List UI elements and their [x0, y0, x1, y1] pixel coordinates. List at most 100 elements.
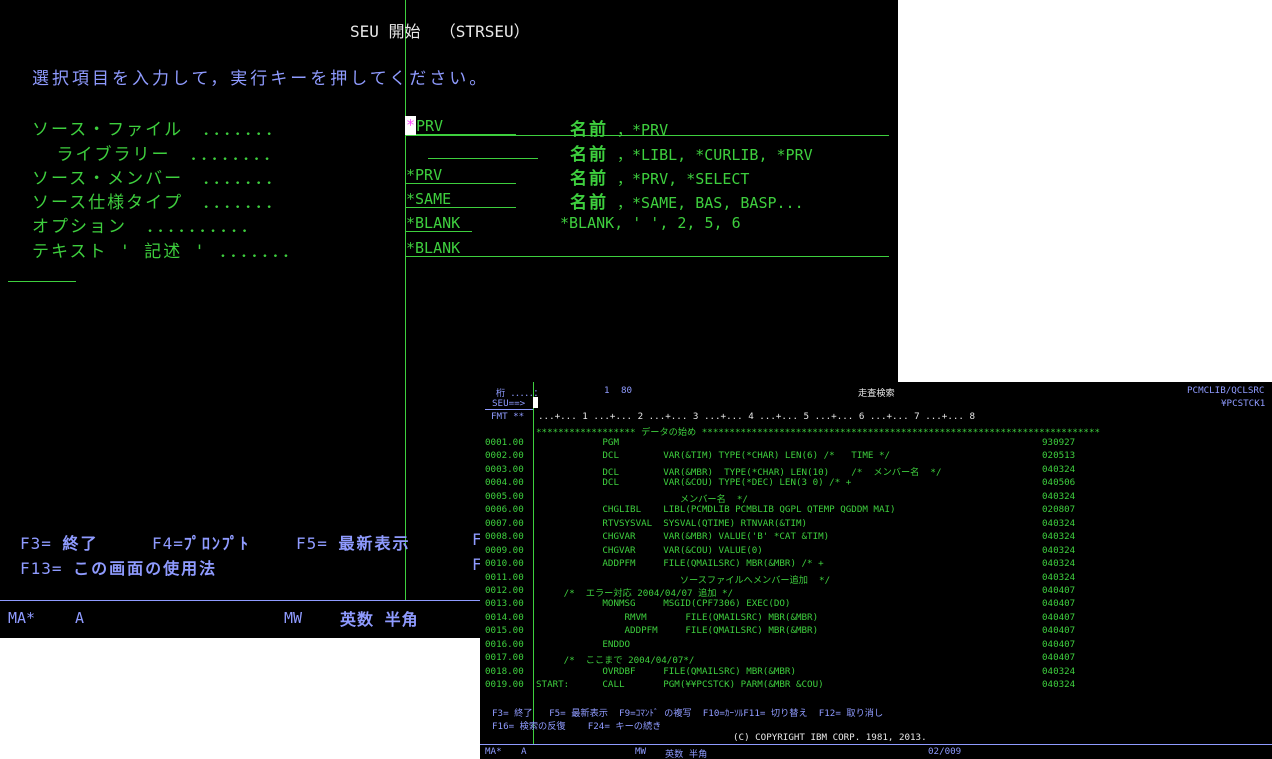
data-start-marker: ****************** データの始め **************…	[536, 427, 1101, 438]
change-date: 040324	[1042, 571, 1076, 583]
source-statement: /* エラー対応 2004/04/07 追加 */	[536, 587, 734, 599]
sequence-number: 0015.00	[485, 625, 524, 637]
change-date: 040324	[1042, 679, 1076, 691]
column-guide-line-2	[533, 382, 534, 744]
f4-key[interactable]: F4=ﾌﾟﾛﾝﾌﾟﾄ	[152, 530, 250, 554]
source-statement: CHGVAR VAR(&MBR) VALUE('B' *CAT &TIM)	[536, 531, 830, 543]
change-date: 040506	[1042, 477, 1076, 489]
sequence-number: 0019.00	[485, 679, 524, 691]
f3-key[interactable]: F3= 終了	[20, 530, 99, 554]
source-statement: /* ここまで 2004/04/07*/	[536, 655, 695, 667]
f3-key-code: F3=	[20, 534, 52, 553]
cursor-position: 02/009	[928, 746, 962, 757]
columns-to: 80	[621, 385, 633, 396]
library-underline	[428, 158, 538, 159]
cursor-char: *	[406, 116, 416, 134]
source-statement: DCL VAR(&COU) TYPE(*DEC) LEN(3 0) /* +	[536, 477, 852, 489]
desc-name-3: 名前	[570, 193, 608, 213]
source-statement: ADDPFM FILE(QMAILSRC) MBR(&MBR) /* +	[536, 558, 824, 570]
library-label: ライブラリー ．．．．．．．．	[32, 145, 282, 165]
command-underline	[485, 409, 533, 410]
member-name: ¥PCSTCK1	[1221, 398, 1266, 409]
source-statement: OVRDBF FILE(QMAILSRC) MBR(&MBR)	[536, 665, 796, 677]
change-date: 020807	[1042, 504, 1076, 516]
sequence-number: 0002.00	[485, 450, 524, 462]
status-mode: A	[75, 609, 85, 627]
status-ma: MA*	[8, 609, 36, 627]
source-file-name: PCMCLIB/QCLSRC	[1187, 385, 1265, 396]
command-cursor[interactable]	[533, 397, 538, 408]
sequence-number: 0018.00	[485, 665, 524, 677]
text-desc-input[interactable]: *BLANK	[406, 239, 460, 257]
source-file-desc: 名前 ，*PRV	[570, 120, 669, 140]
source-file-label: ソース・ファイル ．．．．．．．	[32, 120, 285, 140]
source-statement: メンバー名 */	[536, 493, 748, 505]
status-mw: MW	[284, 609, 303, 627]
sequence-number: 0005.00	[485, 490, 524, 502]
change-date: 040407	[1042, 598, 1076, 610]
source-statement: CHGLIBL LIBL(PCMDLIB PCMBLIB QGPL QTEMP …	[536, 504, 896, 516]
sequence-number: 0010.00	[485, 558, 524, 570]
source-statement: ソースファイルへメンバー追加 */	[536, 574, 831, 586]
command-prompt: SEU==>	[492, 398, 526, 409]
f5-key-label: 最新表示	[338, 534, 411, 553]
change-date: 040324	[1042, 490, 1076, 502]
source-member-input[interactable]: *PRV	[406, 166, 442, 184]
source-member-desc: 名前 ，*PRV, *SELECT	[570, 169, 750, 189]
text-desc-underline	[406, 256, 889, 257]
f13-key-label: この画面の使用法	[73, 559, 218, 578]
source-type-input[interactable]: *SAME	[406, 190, 451, 208]
change-date: 040324	[1042, 531, 1076, 543]
columns-from: 1	[604, 385, 610, 396]
column-guide-line	[405, 0, 406, 600]
change-date: 040324	[1042, 665, 1076, 677]
option-underline	[406, 231, 472, 232]
change-date: 040407	[1042, 638, 1076, 650]
change-date: 040407	[1042, 584, 1076, 596]
sequence-number: 0004.00	[485, 477, 524, 489]
change-date: 020513	[1042, 450, 1076, 462]
sequence-number: 0011.00	[485, 571, 524, 583]
source-statement: MONMSG MSGID(CPF7306) EXEC(DO)	[536, 598, 791, 610]
f5-key[interactable]: F5= 最新表示	[296, 530, 411, 554]
sequence-number: 0006.00	[485, 504, 524, 516]
source-type-underline	[406, 207, 516, 208]
change-date: 040407	[1042, 611, 1076, 623]
status-ime-2: 英数 半角	[665, 749, 708, 759]
status-ime: 英数 半角	[340, 610, 419, 629]
source-statement: START: CALL PGM(¥¥PCSTCK) PARM(&MBR &COU…	[536, 679, 824, 691]
source-member-label: ソース・メンバー ．．．．．．．	[32, 169, 285, 189]
source-type-label: ソース仕様タイプ ．．．．．．．	[32, 193, 285, 213]
status-separator-2	[480, 744, 1272, 745]
change-date: 040324	[1042, 544, 1076, 556]
source-type-desc: 名前 ，*SAME, BAS, BASP...	[570, 193, 804, 213]
f13-key[interactable]: F13= この画面の使用法	[20, 555, 217, 579]
sequence-number: 0014.00	[485, 611, 524, 623]
text-desc-continuation-underline	[8, 281, 76, 282]
source-statement: RTVSYSVAL SYSVAL(QTIME) RTNVAR(&TIM)	[536, 517, 808, 529]
f4-key-code: F4=	[152, 534, 184, 553]
sequence-number: 0003.00	[485, 463, 524, 475]
change-date: 040324	[1042, 517, 1076, 529]
option-label: オプション ．．．．．．．．．．	[32, 217, 260, 237]
screen-title: SEU 開始 （STRSEU）	[350, 22, 530, 41]
source-statement: ENDDO	[536, 638, 631, 650]
copyright-text: (C) COPYRIGHT IBM CORP. 1981, 2013.	[733, 732, 927, 743]
library-desc: 名前 ，*LIBL, *CURLIB, *PRV	[570, 145, 813, 165]
change-date: 040407	[1042, 652, 1076, 664]
sequence-number: 0008.00	[485, 531, 524, 543]
f5-key-code: F5=	[296, 534, 328, 553]
f3-key-label: 終了	[62, 534, 99, 553]
desc-name-0: 名前	[570, 120, 608, 140]
option-desc: *BLANK, ' ', 2, 5, 6	[560, 214, 741, 232]
source-file-value-tail: PRV	[416, 117, 444, 135]
f4-key-label: ﾌﾟﾛﾝﾌﾟﾄ	[183, 534, 250, 553]
source-file-input[interactable]: PRV	[416, 117, 443, 135]
seu-browse-screen: 桁 ．．．．．： 1 80 走査検索 PCMCLIB/QCLSRC ¥PCSTC…	[480, 382, 1272, 759]
sequence-number: 0007.00	[485, 517, 524, 529]
option-input[interactable]: *BLANK	[406, 214, 460, 232]
source-statement: ADDPFM FILE(QMAILSRC) MBR(&MBR)	[536, 625, 819, 637]
fkeys-row1: F3= 終了 F5= 最新表示 F9=ｺﾏﾝﾄﾞ の複写 F10=ｶｰｿﾙF11…	[492, 708, 884, 719]
source-statement: CHGVAR VAR(&COU) VALUE(0)	[536, 544, 763, 556]
instruction-text: 選択項目を入力して，実行キーを押してください。	[32, 69, 490, 89]
